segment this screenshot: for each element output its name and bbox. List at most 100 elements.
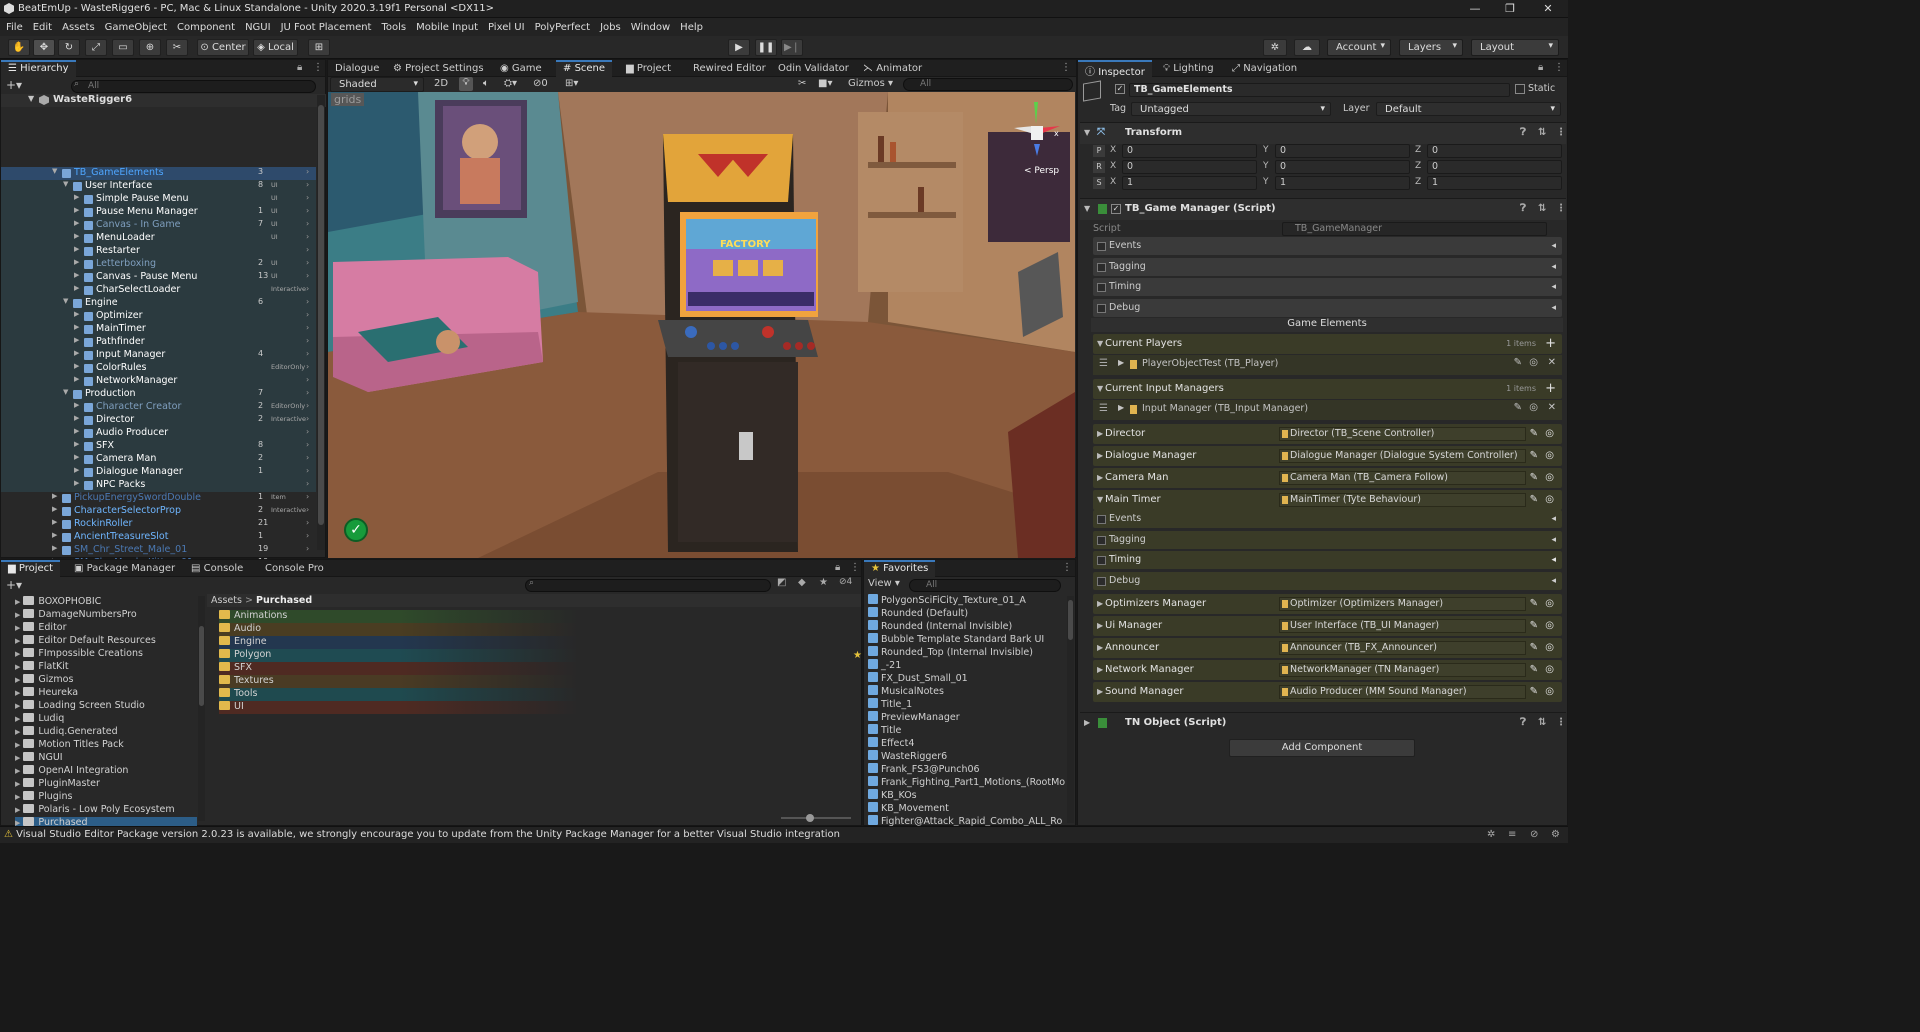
rect-tool-icon[interactable]: ▭ xyxy=(112,39,134,56)
tn-presets-icon[interactable]: ⇅ xyxy=(1538,717,1546,728)
project-tree-folder[interactable]: ▶ Gizmos xyxy=(15,674,197,687)
step-button[interactable]: ▶❘ xyxy=(781,39,803,56)
breadcrumb-assets[interactable]: Assets xyxy=(211,595,242,606)
tab-lighting[interactable]: 💡︎ Lighting xyxy=(1156,60,1221,77)
expand-arrow-icon[interactable]: › xyxy=(306,544,309,553)
fold-arrow-icon[interactable]: ▶ xyxy=(74,349,79,357)
game-element-row[interactable]: ▼ Main Timer MainTimer (Tyte Behaviour) ✎ ◎ xyxy=(1093,490,1562,510)
hierarchy-item[interactable]: ▼ TB_GameElements 3 › xyxy=(1,167,316,180)
tab-project[interactable]: ▆ Project xyxy=(619,60,678,77)
expand-arrow-icon[interactable]: › xyxy=(306,401,309,410)
tab-game[interactable]: ◉ Game xyxy=(493,60,549,77)
tools-icon[interactable]: ✂ xyxy=(798,78,806,89)
tab-scene[interactable]: # Scene xyxy=(556,60,613,77)
tab-console-pro[interactable]: Console Pro xyxy=(258,560,331,577)
object-field[interactable]: Optimizer (Optimizers Manager) xyxy=(1279,597,1526,611)
expand-arrow-icon[interactable]: › xyxy=(306,271,309,280)
project-tree-folder[interactable]: ▶ Motion Titles Pack xyxy=(15,739,197,752)
favorite-item[interactable]: Rounded (Internal Invisible) xyxy=(868,620,1012,633)
game-element-row[interactable]: ▶ Camera Man Camera Man (TB_Camera Follow)… xyxy=(1093,468,1562,488)
expand-arrow-icon[interactable]: › xyxy=(306,414,309,423)
favorite-item[interactable]: Frank_FS3@Punch06 xyxy=(868,763,980,776)
lock-icon[interactable]: 🔒︎ xyxy=(297,62,302,73)
expand-arrow-icon[interactable]: › xyxy=(306,453,309,462)
hierarchy-item[interactable]: ▶ Simple Pause Menu UI › xyxy=(1,193,316,206)
pen-icon[interactable]: ✎ xyxy=(1530,446,1538,466)
scene-viewport[interactable]: FACTORY grids ✓ x < Persp xyxy=(328,92,1075,558)
game-element-row[interactable]: ▶ Dialogue Manager Dialogue Manager (Dialo… xyxy=(1093,446,1562,466)
project-folder-item[interactable]: Engine xyxy=(219,636,819,649)
folder-fold-icon[interactable]: ▶ xyxy=(15,598,20,606)
object-field[interactable]: Audio Producer (MM Sound Manager) xyxy=(1279,685,1526,699)
gm-enabled-checkbox[interactable]: ✓ xyxy=(1111,204,1121,214)
tab-project-bottom[interactable]: ▆ Project xyxy=(1,560,61,577)
fold-arrow-icon[interactable]: ▶ xyxy=(74,284,79,292)
camera-icon[interactable]: ■▾ xyxy=(818,78,832,89)
validation-ok-icon[interactable]: ✓ xyxy=(344,518,368,542)
project-folder-item[interactable]: Textures xyxy=(219,675,819,688)
hierarchy-item[interactable]: ▶ Canvas - In Game 7 UI › xyxy=(1,219,316,232)
pen-icon[interactable]: ✎ xyxy=(1530,660,1538,680)
folder-fold-icon[interactable]: ▶ xyxy=(15,754,20,762)
hierarchy-item[interactable]: ▶ MainTimer › xyxy=(1,323,316,336)
presets-icon[interactable]: ⇅ xyxy=(1538,127,1546,138)
tab-console[interactable]: ▤ Console xyxy=(184,560,250,577)
fold-arrow-icon[interactable]: ▶ xyxy=(74,466,79,474)
minimize-button[interactable]: — xyxy=(1460,2,1490,15)
expand-arrow-icon[interactable]: › xyxy=(306,297,309,306)
kebab-menu-icon[interactable]: ⋮ xyxy=(313,62,323,73)
folder-fold-icon[interactable]: ▶ xyxy=(15,780,20,788)
menu-help[interactable]: Help xyxy=(680,22,703,33)
add-player-plus-icon[interactable]: + xyxy=(1545,334,1556,354)
expand-arrow-icon[interactable]: › xyxy=(306,232,309,241)
player-pen-icon[interactable]: ✎ xyxy=(1514,357,1522,368)
folder-fold-icon[interactable]: ▶ xyxy=(15,650,20,658)
pen-icon[interactable]: ✎ xyxy=(1530,616,1538,636)
target-icon[interactable]: ◎ xyxy=(1545,468,1554,488)
expand-arrow-icon[interactable]: › xyxy=(306,349,309,358)
scene-search-input[interactable]: All xyxy=(903,78,1073,91)
hierarchy-item[interactable]: ▶ PickupEnergySwordDouble 1 Item › xyxy=(1,492,316,505)
fold-arrow-icon[interactable]: ▶ xyxy=(74,193,79,201)
pen-icon[interactable]: ✎ xyxy=(1530,638,1538,658)
game-manager-header[interactable]: ▼ ✓ TB_Game Manager (Script) ❓︎ ⇅ ⋮ xyxy=(1080,198,1566,220)
hierarchy-item[interactable]: ▶ RockinRoller 21 › xyxy=(1,518,316,531)
scene-kebab-icon[interactable]: ⋮ xyxy=(1061,62,1071,73)
favorites-scrollbar[interactable] xyxy=(1067,596,1074,823)
fold-arrow-icon[interactable]: ▶ xyxy=(52,505,57,513)
hierarchy-item[interactable]: ▶ SFX 8 › xyxy=(1,440,316,453)
transform-z-field[interactable]: 1 xyxy=(1427,176,1562,190)
folder-fold-icon[interactable]: ▶ xyxy=(15,767,20,775)
hierarchy-item[interactable]: ▼ Production 7 › xyxy=(1,388,316,401)
project-tree-folder[interactable]: ▶ Editor xyxy=(15,622,197,635)
fold-arrow-icon[interactable]: ▶ xyxy=(74,479,79,487)
folder-fold-icon[interactable]: ▶ xyxy=(15,728,20,736)
project-kebab-icon[interactable]: ⋮ xyxy=(850,562,860,573)
hierarchy-item[interactable]: ▶ Character Creator 2 EditorOnly › xyxy=(1,401,316,414)
sub-group-foldout[interactable]: Debug xyxy=(1093,571,1562,590)
folder-fold-icon[interactable]: ▶ xyxy=(15,611,20,619)
expand-arrow-icon[interactable]: › xyxy=(306,336,309,345)
grid-icon[interactable]: ⊞▾ xyxy=(565,78,578,89)
auto-generate-icon[interactable]: ⊘ xyxy=(1530,829,1538,840)
project-tree-folder[interactable]: ▶ Heureka xyxy=(15,687,197,700)
pivot-center-button[interactable]: ⊙ Center xyxy=(197,39,249,56)
menu-ngui[interactable]: NGUI xyxy=(245,22,271,33)
target-icon[interactable]: ◎ xyxy=(1545,660,1554,680)
fold-arrow-icon[interactable]: ▶ xyxy=(52,518,57,526)
tab-package-manager[interactable]: ▣ Package Manager xyxy=(67,560,182,577)
transform-tool-icon[interactable]: ⊕ xyxy=(139,39,161,56)
menu-mobile-input[interactable]: Mobile Input xyxy=(416,22,478,33)
pivot-local-button[interactable]: ◈ Local xyxy=(253,39,298,56)
project-tree-folder[interactable]: ▶ Ludiq.Generated xyxy=(15,726,197,739)
tab-odin-validator[interactable]: Odin Validator xyxy=(771,60,856,77)
layer-dropdown[interactable]: Default xyxy=(1376,102,1561,116)
fold-arrow-icon[interactable]: ▼ xyxy=(63,297,68,305)
menu-tools[interactable]: Tools xyxy=(381,22,406,33)
status-message[interactable]: Visual Studio Editor Package version 2.0… xyxy=(16,829,840,840)
object-field[interactable]: MainTimer (Tyte Behaviour) xyxy=(1279,493,1526,507)
favorite-star-icon[interactable]: ★ xyxy=(819,577,828,588)
hidden-packages-icon[interactable]: ⊘4 xyxy=(839,577,852,587)
tn-help-icon[interactable]: ❓︎ xyxy=(1520,717,1526,728)
expand-arrow-icon[interactable]: › xyxy=(306,505,309,514)
